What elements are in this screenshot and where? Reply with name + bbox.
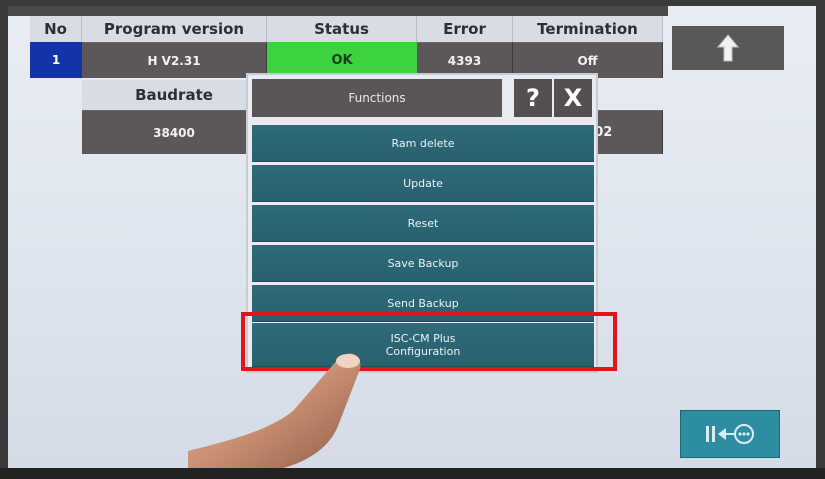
help-icon: ? [526, 84, 540, 112]
save-backup-button[interactable]: Save Backup [252, 245, 594, 282]
header-program-version: Program version [82, 16, 267, 42]
program-version-value: H V2.31 [82, 42, 267, 78]
highlight-box [241, 312, 617, 371]
arrow-up-icon [717, 34, 739, 62]
io-connection-button[interactable] [680, 410, 780, 458]
close-icon: X [563, 84, 583, 112]
header-error: Error [417, 16, 513, 42]
header-termination: Termination [513, 16, 663, 42]
io-connection-icon [706, 424, 754, 444]
close-button[interactable]: X [554, 79, 592, 117]
header-baudrate: Baudrate [82, 80, 267, 110]
scroll-up-button[interactable] [672, 26, 784, 70]
touch-screen: No Program version Status Error Terminat… [8, 6, 816, 468]
dialog-title: Functions [252, 79, 502, 117]
bottom-frame [0, 468, 825, 479]
reset-button[interactable]: Reset [252, 205, 594, 242]
baudrate-value: 38400 [82, 110, 267, 154]
top-strip [8, 6, 668, 16]
ram-delete-button[interactable]: Ram delete [252, 125, 594, 162]
header-status: Status [267, 16, 417, 42]
row-no-cell[interactable]: 1 [30, 42, 82, 78]
update-button[interactable]: Update [252, 165, 594, 202]
help-button[interactable]: ? [514, 79, 552, 117]
header-no: No [30, 16, 82, 42]
